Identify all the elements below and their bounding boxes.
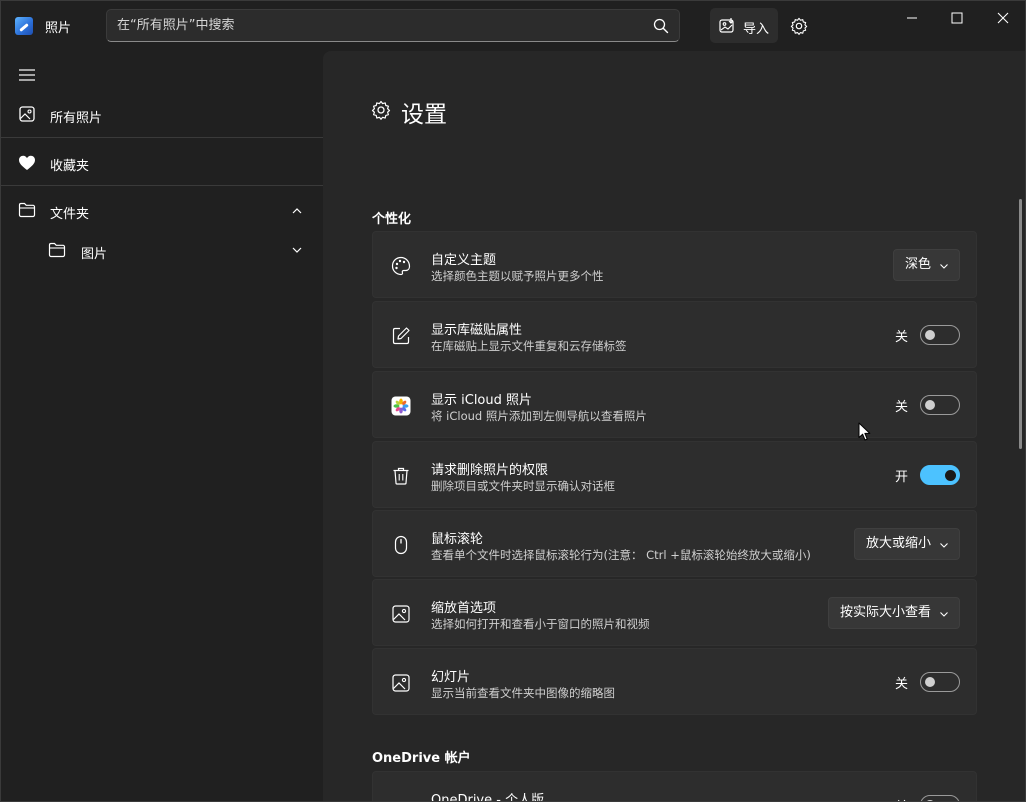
toggle-knob <box>925 400 935 410</box>
photos-app-icon <box>15 17 33 35</box>
mouse-pointer-icon <box>858 422 871 441</box>
mouse-wheel-dropdown[interactable]: 放大或缩小 <box>853 528 960 560</box>
filmstrip-toggle[interactable] <box>920 672 960 692</box>
sidebar-item-favorites[interactable]: 收藏夹 <box>1 139 323 186</box>
sidebar-item-label: 图片 <box>81 247 108 262</box>
setting-description: 删除项目或文件夹时显示确认对话框 <box>431 479 615 493</box>
onedrive-toggle[interactable] <box>920 795 960 801</box>
setting-description: 选择颜色主题以赋予照片更多个性 <box>431 269 604 283</box>
theme-dropdown[interactable]: 深色 <box>892 249 960 281</box>
icloud-toggle[interactable] <box>920 395 960 415</box>
palette-icon <box>391 256 411 276</box>
toggle-knob <box>945 469 956 481</box>
mouse-icon <box>394 535 408 555</box>
setting-title: 请求删除照片的权限 <box>431 463 549 478</box>
toggle-group: 关 <box>880 672 960 692</box>
setting-title: 显示 iCloud 照片 <box>431 393 533 408</box>
chevron-down-icon <box>940 543 948 548</box>
toggle-group: 关 <box>880 325 960 345</box>
search-input[interactable] <box>117 10 637 41</box>
vertical-scrollbar[interactable] <box>1019 199 1022 449</box>
toggle-group: 开 <box>880 465 960 485</box>
dropdown-value: 放大或缩小 <box>865 536 931 551</box>
setting-description: 选择如何打开和查看小于窗口的照片和视频 <box>431 617 650 631</box>
sidebar: 所有照片 收藏夹 文件夹 图片 <box>1 51 323 801</box>
toggle-group: 关 <box>880 795 960 801</box>
section-heading-personalization: 个性化 <box>372 212 412 227</box>
setting-title: OneDrive - 个人版 <box>431 793 545 802</box>
chevron-down-icon[interactable] <box>291 244 303 256</box>
settings-page: 设置 个性化 自定义主题 选择颜色主题以赋予照片更多个性 深色 显示库磁贴属性 … <box>323 51 1025 802</box>
toggle-state-label: 关 <box>895 796 908 801</box>
setting-card-filmstrip: 幻灯片 显示当前查看文件夹中图像的缩略图 关 <box>372 648 977 715</box>
app-title: 照片 <box>45 21 72 36</box>
heart-icon <box>19 155 35 170</box>
sidebar-item-label: 文件夹 <box>50 207 90 222</box>
setting-title: 自定义主题 <box>431 253 497 268</box>
chevron-down-icon <box>940 612 948 617</box>
settings-gear-icon <box>371 100 391 120</box>
image-icon <box>392 674 410 692</box>
onedrive-icon <box>391 796 411 802</box>
minimize-icon[interactable] <box>903 9 921 27</box>
toggle-group: 关 <box>880 395 960 415</box>
toggle-state-label: 开 <box>894 470 908 485</box>
icloud-photos-icon <box>391 396 411 416</box>
import-label: 导入 <box>743 22 770 37</box>
setting-title: 缩放首选项 <box>431 601 497 616</box>
toggle-state-label: 关 <box>894 400 908 415</box>
setting-card-theme: 自定义主题 选择颜色主题以赋予照片更多个性 深色 <box>372 231 977 298</box>
setting-card-library-tile-properties: 显示库磁贴属性 在库磁贴上显示文件重复和云存储标签 关 <box>372 301 977 368</box>
import-icon <box>719 18 734 33</box>
page-title: 设置 <box>401 102 447 128</box>
photo-icon <box>19 106 35 122</box>
setting-card-mouse-wheel: 鼠标滚轮 查看单个文件时选择鼠标滚轮行为(注意： Ctrl +鼠标滚轮始终放大或… <box>372 510 977 577</box>
sidebar-item-label: 收藏夹 <box>50 159 90 174</box>
setting-card-zoom-preference: 缩放首选项 选择如何打开和查看小于窗口的照片和视频 按实际大小查看 <box>372 579 977 646</box>
setting-card-onedrive: OneDrive - 个人版 关 <box>372 771 977 802</box>
search-box[interactable] <box>106 9 680 42</box>
chevron-down-icon <box>940 264 948 269</box>
search-icon[interactable] <box>653 18 669 34</box>
setting-card-delete-permission: 请求删除照片的权限 删除项目或文件夹时显示确认对话框 开 <box>372 441 977 508</box>
delete-permission-toggle[interactable] <box>920 465 960 485</box>
sidebar-item-all-photos[interactable]: 所有照片 <box>1 91 323 138</box>
image-icon <box>392 605 410 623</box>
setting-description: 查看单个文件时选择鼠标滚轮行为(注意： Ctrl +鼠标滚轮始终放大或缩小) <box>431 548 811 562</box>
title-bar: 照片 导入 <box>1 1 1025 51</box>
sidebar-divider <box>1 137 323 138</box>
section-heading-onedrive: OneDrive 帐户 <box>372 751 471 766</box>
import-button[interactable]: 导入 <box>710 8 778 43</box>
folder-icon <box>18 202 36 218</box>
maximize-icon[interactable] <box>948 9 966 27</box>
edit-icon <box>392 327 410 345</box>
dropdown-value: 按实际大小查看 <box>839 605 931 620</box>
setting-description: 将 iCloud 照片添加到左侧导航以查看照片 <box>431 409 647 423</box>
toggle-state-label: 关 <box>894 677 908 692</box>
toggle-knob <box>925 330 935 340</box>
sidebar-item-pictures[interactable]: 图片 <box>1 227 323 274</box>
library-tile-toggle[interactable] <box>920 325 960 345</box>
settings-gear-icon[interactable] <box>790 17 808 35</box>
close-icon[interactable] <box>994 9 1012 27</box>
hamburger-menu-icon[interactable] <box>18 68 36 82</box>
folder-icon <box>48 242 66 258</box>
setting-title: 显示库磁贴属性 <box>431 323 523 338</box>
setting-card-icloud: 显示 iCloud 照片 将 iCloud 照片添加到左侧导航以查看照片 关 <box>372 371 977 438</box>
zoom-preference-dropdown[interactable]: 按实际大小查看 <box>827 597 960 629</box>
setting-description: 显示当前查看文件夹中图像的缩略图 <box>431 686 615 700</box>
setting-title: 幻灯片 <box>431 670 471 685</box>
sidebar-divider <box>1 185 323 186</box>
setting-title: 鼠标滚轮 <box>431 532 484 547</box>
toggle-state-label: 关 <box>894 330 908 345</box>
chevron-up-icon[interactable] <box>291 205 303 217</box>
dropdown-value: 深色 <box>904 257 931 272</box>
toggle-knob <box>925 677 935 687</box>
sidebar-item-label: 所有照片 <box>50 111 103 126</box>
setting-description: 在库磁贴上显示文件重复和云存储标签 <box>431 339 627 353</box>
trash-icon <box>393 467 409 485</box>
photos-window: 照片 导入 <box>0 0 1026 802</box>
